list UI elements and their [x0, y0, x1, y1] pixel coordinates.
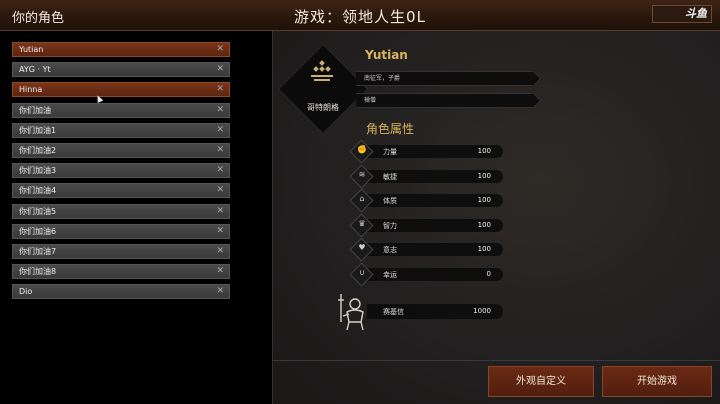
character-slot[interactable]: 你们加油1 ✕	[12, 122, 230, 138]
attribute-label: 智力	[383, 221, 397, 230]
attribute-value: 100	[477, 147, 491, 155]
character-slot-name: 你们加油5	[19, 206, 57, 216]
delete-icon[interactable]: ✕	[216, 265, 224, 278]
attribute-label: 意志	[383, 246, 397, 254]
attribute-label: 敏捷	[383, 172, 397, 181]
attribute-row: ♛ 智力 100	[349, 212, 503, 238]
character-slot[interactable]: Dio ✕	[12, 284, 230, 300]
character-name: Yutian	[365, 48, 408, 62]
character-slot[interactable]: 你们加油3 ✕	[12, 163, 230, 179]
religion-field[interactable]: 禅僧	[356, 93, 532, 108]
character-slot-name: 你们加油7	[19, 247, 57, 256]
knight-icon	[338, 294, 364, 331]
fame-label: 赛基信	[383, 308, 404, 316]
character-slot[interactable]: 你们加油7 ✕	[12, 244, 230, 259]
delete-icon[interactable]: ✕	[216, 63, 224, 76]
character-slot[interactable]: 你们加油6 ✕	[12, 223, 230, 239]
delete-icon[interactable]: ✕	[216, 184, 224, 197]
heart-icon: ♥	[358, 243, 366, 252]
delete-icon[interactable]: ✕	[216, 104, 224, 117]
horseshoe-icon: ∪	[359, 267, 365, 277]
divider	[272, 360, 720, 361]
character-slot[interactable]: 你们加油5 ✕	[12, 203, 230, 219]
attribute-label: 体质	[383, 197, 397, 205]
delete-icon[interactable]: ✕	[216, 225, 224, 238]
attribute-value: 100	[477, 245, 491, 253]
fame-row: 赛基信 1000	[337, 292, 505, 332]
character-slot-name: 你们加油3	[19, 166, 57, 176]
brain-icon: ♛	[358, 218, 366, 228]
fist-icon: ✊	[357, 145, 367, 154]
faction-name: 哥特朗格	[307, 103, 339, 112]
watermark-logo: 斗鱼	[652, 5, 712, 23]
attribute-value: 0	[486, 269, 491, 278]
character-slot-name: 你们加油4	[19, 186, 57, 196]
attribute-value: 100	[477, 196, 491, 204]
character-slot-name: 你们加油6	[19, 226, 57, 236]
character-slot-name: 你们加油	[19, 105, 51, 115]
delete-icon[interactable]: ✕	[216, 285, 224, 298]
character-slot[interactable]: 你们加油 ✕	[12, 102, 230, 118]
character-slot[interactable]: Yutian ✕	[12, 42, 230, 57]
character-slot[interactable]: 你们加油4 ✕	[12, 183, 230, 199]
character-slot[interactable]: 你们加油8 ✕	[12, 264, 230, 280]
attribute-row: ≋ 敏捷 100	[349, 163, 503, 189]
customize-appearance-button[interactable]: 外观自定义	[488, 366, 594, 397]
attribute-value: 100	[477, 171, 491, 180]
character-slot-name: Yutian	[19, 45, 44, 54]
fame-value: 1000	[473, 307, 491, 315]
attribute-row: ✊ 力量 100	[349, 139, 503, 164]
attribute-row: ∪ 幸运 0	[349, 261, 503, 287]
delete-icon[interactable]: ✕	[216, 124, 224, 137]
game-title: 游戏：领地人生0L	[294, 8, 426, 26]
character-slot-name: 你们加油2	[19, 146, 57, 155]
pillar-icon: ⌂	[359, 194, 365, 203]
character-slot-name: Hinna	[19, 85, 43, 95]
attribute-row: ⌂ 体质 100	[349, 188, 503, 213]
attribute-row: ♥ 意志 100	[349, 237, 503, 262]
character-slot-name: 你们加油8	[19, 267, 57, 277]
title-field[interactable]: 南征军，子爵	[356, 71, 532, 86]
character-slot-name: Dio	[19, 287, 33, 297]
faction-crest-icon	[311, 60, 333, 81]
character-slot-name: 你们加油1	[19, 125, 57, 135]
delete-icon[interactable]: ✕	[216, 205, 224, 218]
attribute-label: 幸运	[383, 270, 397, 279]
attribute-value: 100	[477, 220, 491, 229]
start-game-button[interactable]: 开始游戏	[602, 366, 712, 397]
delete-icon[interactable]: ✕	[216, 144, 224, 157]
character-slot[interactable]: 你们加油2 ✕	[12, 143, 230, 158]
delete-icon[interactable]: ✕	[216, 83, 224, 96]
character-slot-name: AYG · Yt	[19, 65, 51, 75]
character-slot[interactable]: Hinna ✕	[12, 82, 230, 98]
delete-icon[interactable]: ✕	[216, 43, 224, 56]
attributes-heading: 角色属性	[366, 122, 415, 136]
title-bar: 你的角色 游戏：领地人生0L 斗鱼	[0, 0, 720, 31]
attribute-label: 力量	[383, 148, 397, 156]
delete-icon[interactable]: ✕	[216, 164, 224, 177]
feather-icon: ≋	[358, 169, 366, 179]
delete-icon[interactable]: ✕	[216, 245, 224, 258]
character-slot[interactable]: AYG · Yt ✕	[12, 62, 230, 78]
